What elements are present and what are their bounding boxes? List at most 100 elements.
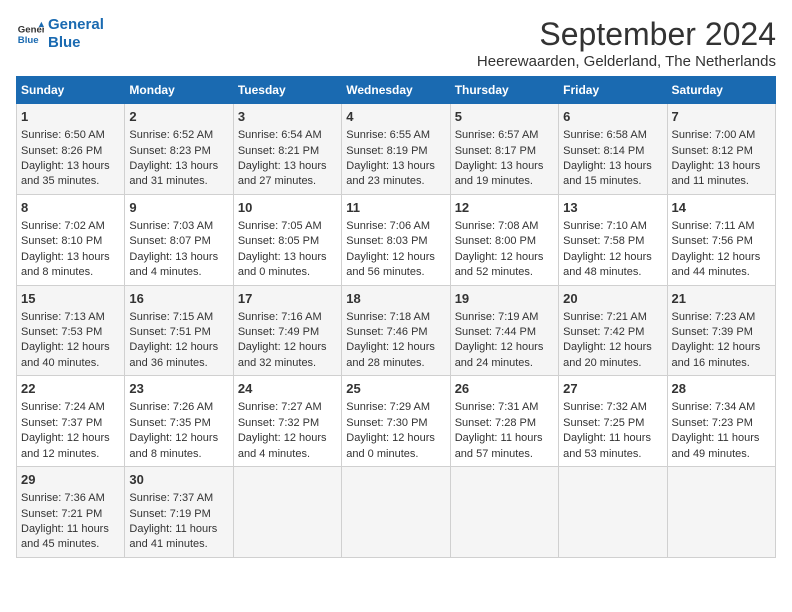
day-info: and 16 minutes. [672, 356, 771, 371]
logo-line1: General [48, 16, 104, 33]
title-block: September 2024 Heerewaarden, Gelderland,… [477, 16, 776, 70]
day-number: 26 [455, 380, 554, 398]
day-info: Sunrise: 7:18 AM [346, 310, 445, 325]
day-info: Daylight: 12 hours [129, 340, 228, 355]
day-info: Sunrise: 7:36 AM [21, 491, 120, 506]
day-info: Sunrise: 7:02 AM [21, 219, 120, 234]
day-number: 1 [21, 108, 120, 126]
calendar-cell: 12Sunrise: 7:08 AMSunset: 8:00 PMDayligh… [450, 194, 558, 285]
day-info: Sunrise: 7:19 AM [455, 310, 554, 325]
calendar-cell: 4Sunrise: 6:55 AMSunset: 8:19 PMDaylight… [342, 104, 450, 195]
day-number: 15 [21, 290, 120, 308]
day-info: Daylight: 12 hours [21, 340, 120, 355]
logo-icon: General Blue [16, 20, 44, 48]
day-number: 10 [238, 199, 337, 217]
day-info: Daylight: 12 hours [455, 340, 554, 355]
calendar-cell: 14Sunrise: 7:11 AMSunset: 7:56 PMDayligh… [667, 194, 775, 285]
day-info: Sunset: 7:51 PM [129, 325, 228, 340]
day-info: and 40 minutes. [21, 356, 120, 371]
day-number: 20 [563, 290, 662, 308]
day-info: and 36 minutes. [129, 356, 228, 371]
day-info: Sunrise: 6:52 AM [129, 128, 228, 143]
day-info: Daylight: 13 hours [455, 159, 554, 174]
day-info: Sunrise: 6:57 AM [455, 128, 554, 143]
day-info: Sunrise: 7:11 AM [672, 219, 771, 234]
day-info: Daylight: 11 hours [455, 431, 554, 446]
day-info: Daylight: 13 hours [563, 159, 662, 174]
calendar-cell: 17Sunrise: 7:16 AMSunset: 7:49 PMDayligh… [233, 285, 341, 376]
day-info: and 8 minutes. [21, 265, 120, 280]
day-number: 9 [129, 199, 228, 217]
day-number: 25 [346, 380, 445, 398]
day-info: and 12 minutes. [21, 447, 120, 462]
day-info: Daylight: 12 hours [672, 250, 771, 265]
calendar-cell: 5 Sunrise: 6:57 AMSunset: 8:17 PMDaylight… [450, 104, 558, 195]
day-number: 18 [346, 290, 445, 308]
calendar-week-5: 29Sunrise: 7:36 AMSunset: 7:21 PMDayligh… [17, 467, 776, 558]
day-number: 7 [672, 108, 771, 126]
calendar-cell: 25Sunrise: 7:29 AMSunset: 7:30 PMDayligh… [342, 376, 450, 467]
day-number: 5 [455, 108, 554, 126]
calendar-cell: 29Sunrise: 7:36 AMSunset: 7:21 PMDayligh… [17, 467, 125, 558]
day-info: Sunset: 7:32 PM [238, 416, 337, 431]
calendar-cell: 23Sunrise: 7:26 AMSunset: 7:35 PMDayligh… [125, 376, 233, 467]
day-info: Daylight: 13 hours [346, 159, 445, 174]
day-info: Sunset: 7:39 PM [672, 325, 771, 340]
day-info: Sunrise: 6:54 AM [238, 128, 337, 143]
day-info: Sunrise: 7:10 AM [563, 219, 662, 234]
day-info: Sunset: 7:56 PM [672, 234, 771, 249]
day-info: and 45 minutes. [21, 537, 120, 552]
day-info: Sunset: 7:42 PM [563, 325, 662, 340]
day-info: and 57 minutes. [455, 447, 554, 462]
calendar-cell [233, 467, 341, 558]
day-info: Sunrise: 7:13 AM [21, 310, 120, 325]
day-number: 29 [21, 471, 120, 489]
day-info: Daylight: 13 hours [672, 159, 771, 174]
day-info: and 19 minutes. [455, 174, 554, 189]
day-number: 19 [455, 290, 554, 308]
day-number: 12 [455, 199, 554, 217]
day-info: and 35 minutes. [21, 174, 120, 189]
day-info: Sunrise: 7:24 AM [21, 400, 120, 415]
day-info: and 8 minutes. [129, 447, 228, 462]
logo-line2: Blue [48, 34, 81, 51]
day-info: Sunset: 7:37 PM [21, 416, 120, 431]
day-info: and 48 minutes. [563, 265, 662, 280]
day-info: Daylight: 13 hours [238, 250, 337, 265]
day-info: and 31 minutes. [129, 174, 228, 189]
day-info: Daylight: 12 hours [21, 431, 120, 446]
day-number: 16 [129, 290, 228, 308]
day-info: and 56 minutes. [346, 265, 445, 280]
day-info: and 52 minutes. [455, 265, 554, 280]
calendar-cell: 8Sunrise: 7:02 AMSunset: 8:10 PMDaylight… [17, 194, 125, 285]
calendar-cell: 1Sunrise: 6:50 AMSunset: 8:26 PMDaylight… [17, 104, 125, 195]
day-info: Sunset: 7:21 PM [21, 507, 120, 522]
day-info: and 23 minutes. [346, 174, 445, 189]
day-number: 28 [672, 380, 771, 398]
day-info: Sunset: 8:07 PM [129, 234, 228, 249]
day-info: Sunrise: 6:50 AM [21, 128, 120, 143]
day-info: and 49 minutes. [672, 447, 771, 462]
day-info: Sunset: 8:17 PM [455, 144, 554, 159]
page-header: General Blue General Blue September 2024… [16, 16, 776, 70]
calendar-cell: 11Sunrise: 7:06 AMSunset: 8:03 PMDayligh… [342, 194, 450, 285]
day-info: Daylight: 13 hours [238, 159, 337, 174]
day-number: 27 [563, 380, 662, 398]
day-number: 2 [129, 108, 228, 126]
day-info: and 4 minutes. [238, 447, 337, 462]
day-info: Daylight: 13 hours [21, 159, 120, 174]
day-info: Sunset: 7:46 PM [346, 325, 445, 340]
day-info: Sunset: 8:03 PM [346, 234, 445, 249]
calendar-cell: 13Sunrise: 7:10 AMSunset: 7:58 PMDayligh… [559, 194, 667, 285]
day-info: Sunset: 7:49 PM [238, 325, 337, 340]
day-info: Sunrise: 7:34 AM [672, 400, 771, 415]
day-info: Sunrise: 7:21 AM [563, 310, 662, 325]
day-number: 4 [346, 108, 445, 126]
day-number: 6 [563, 108, 662, 126]
day-info: Sunrise: 7:29 AM [346, 400, 445, 415]
day-info: Sunrise: 7:37 AM [129, 491, 228, 506]
calendar-cell: 15Sunrise: 7:13 AMSunset: 7:53 PMDayligh… [17, 285, 125, 376]
day-info: Sunset: 7:30 PM [346, 416, 445, 431]
day-info: Daylight: 12 hours [129, 431, 228, 446]
day-info: Sunset: 8:10 PM [21, 234, 120, 249]
